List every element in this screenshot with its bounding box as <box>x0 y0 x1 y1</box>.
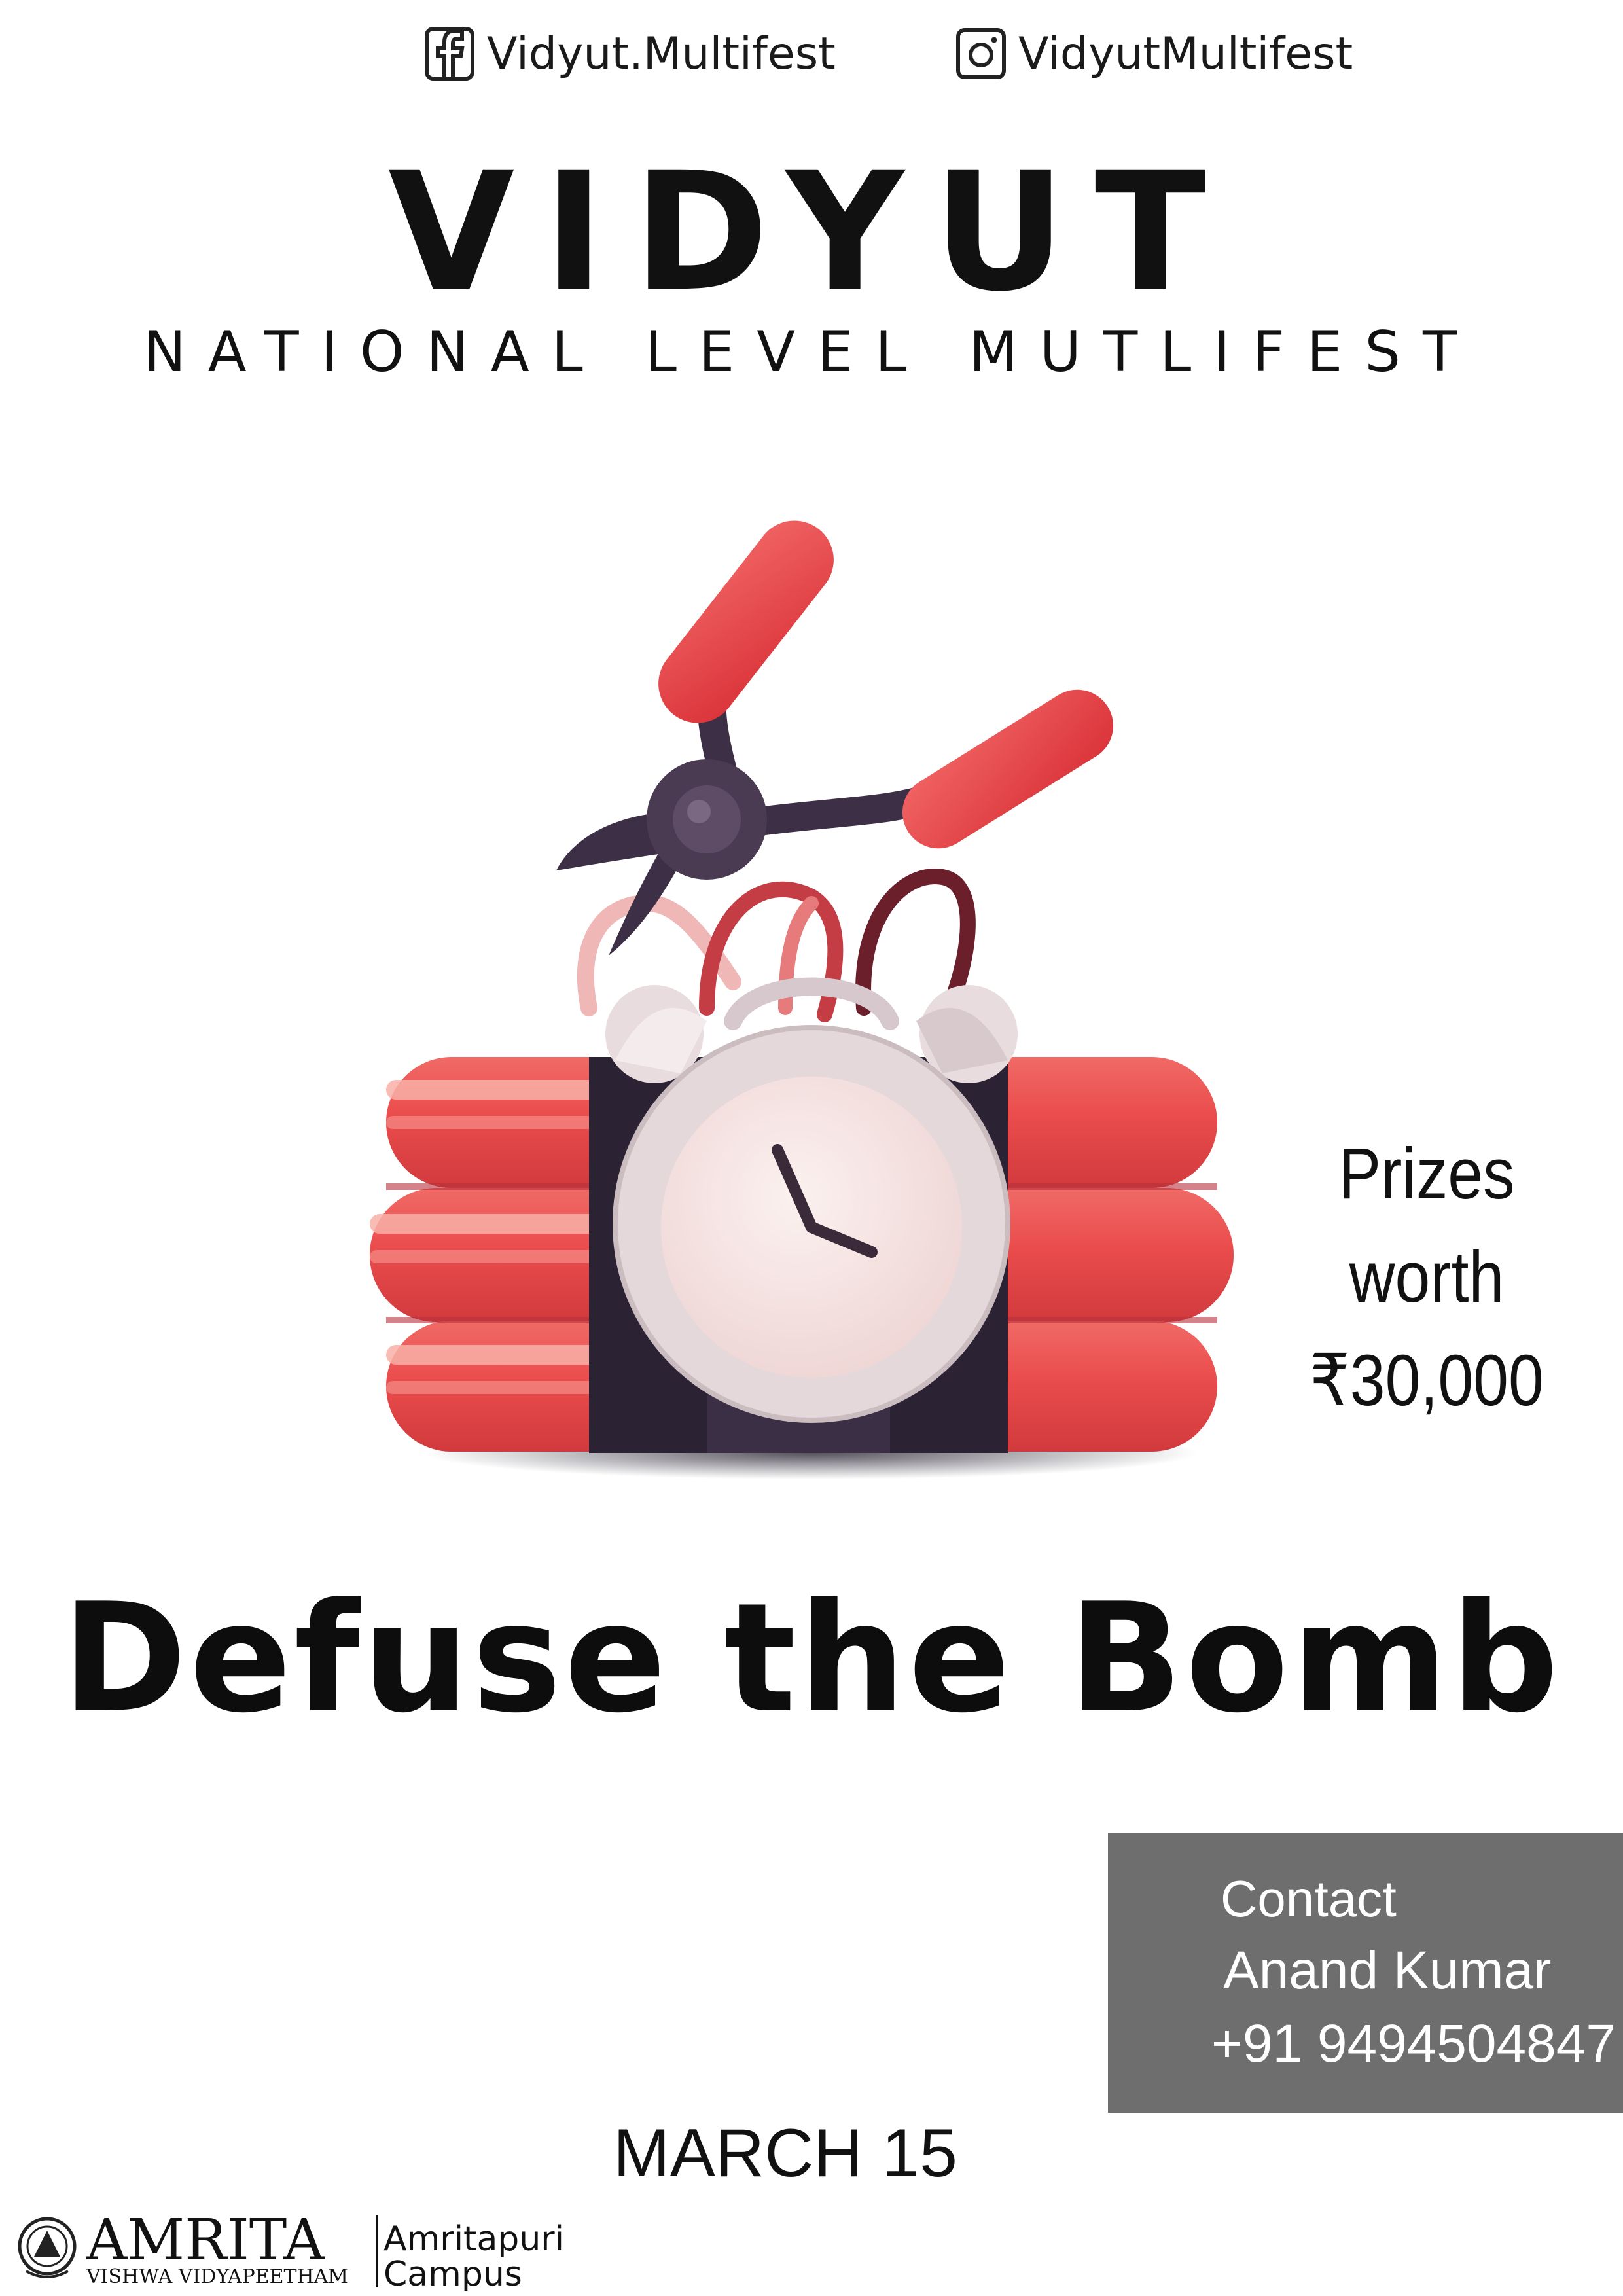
event-name: Defuse the Bomb <box>62 1571 1561 1746</box>
amrita-brand: AMRITA <box>86 2208 325 2273</box>
contact-label: Contact <box>1221 1870 1397 1928</box>
fest-title: VIDYUT <box>387 137 1236 327</box>
facebook-handle: Vidyut.Multifest <box>487 27 836 80</box>
campus-line2: Campus <box>383 2255 522 2291</box>
fest-subtitle: NATIONAL LEVEL MUTLIFEST <box>143 319 1480 385</box>
instagram-icon <box>956 28 1006 79</box>
contact-name: Anand Kumar <box>1223 1941 1552 2000</box>
prize-info: Prizes worth ₹30,000 <box>1254 1122 1599 1433</box>
event-date: MARCH 15 <box>613 2115 957 2191</box>
facebook-link[interactable]: Vidyut.Multifest <box>424 14 836 93</box>
prize-amount: ₹30,000 <box>1310 1340 1544 1421</box>
bomb-illustration <box>370 520 1234 1479</box>
campus-line1: Amritapuri <box>383 2219 564 2259</box>
facebook-icon <box>425 27 474 81</box>
contact-phone[interactable]: +91 9494504847 <box>1211 2017 1616 2071</box>
amrita-emblem-icon <box>18 2217 77 2278</box>
amrita-brand-sub: VISHWA VIDYAPEETHAM <box>86 2265 348 2288</box>
instagram-link[interactable]: VidyutMultifest <box>955 14 1353 93</box>
amrita-logo: AMRITA VISHWA VIDYAPEETHAM Amritapuri Ca… <box>18 2208 564 2291</box>
contact-box: Contact Anand Kumar +91 9494504847 <box>1108 1833 1623 2113</box>
instagram-handle: VidyutMultifest <box>1018 27 1353 80</box>
prize-label: Prizes worth <box>1338 1134 1515 1318</box>
